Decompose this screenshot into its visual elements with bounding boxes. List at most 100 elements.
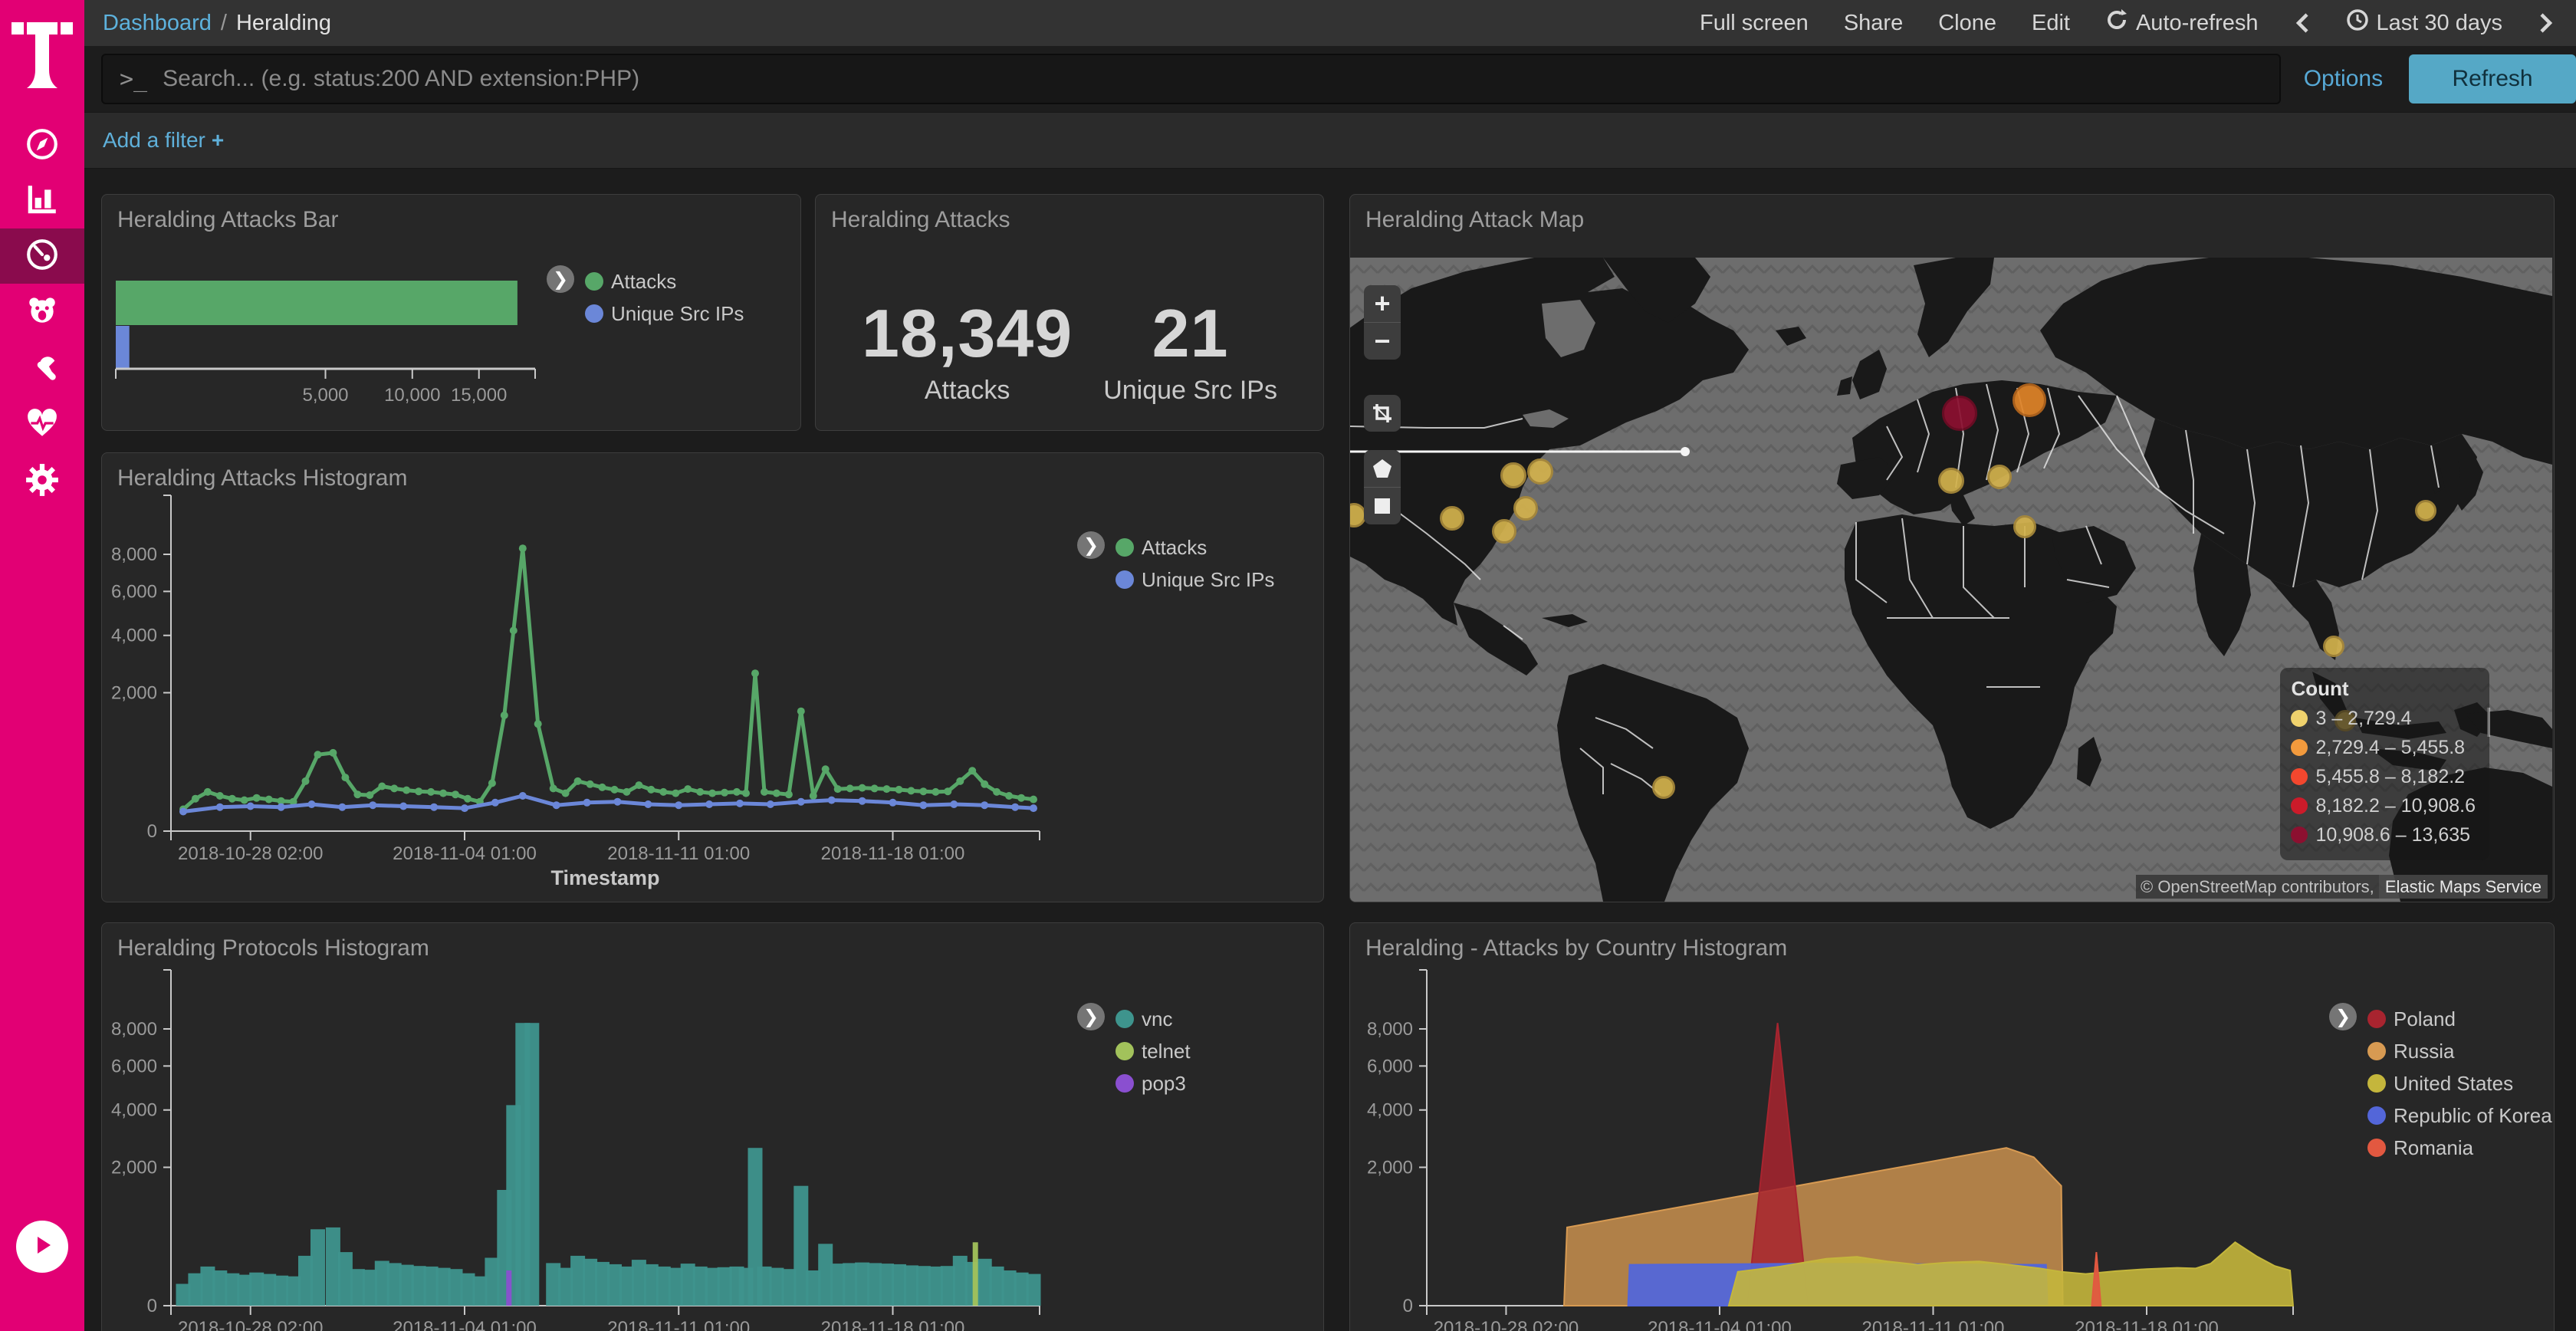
- legend-toggle-button[interactable]: ❯: [1077, 1003, 1105, 1030]
- world-map[interactable]: + −: [1350, 258, 2552, 902]
- range-label: 10,908.6 – 13,635: [2315, 824, 2470, 846]
- legend-item-united-states[interactable]: United States: [2367, 1067, 2552, 1099]
- legend-label: vnc: [1142, 1007, 1172, 1031]
- map-legend-range: 3 – 2,729.4: [2291, 704, 2476, 733]
- sidebar-item-dev-tools[interactable]: [0, 340, 84, 396]
- attack-map-marker[interactable]: [1987, 465, 2012, 489]
- panel-title: Heralding Attacks Histogram: [117, 465, 408, 491]
- svg-text:4,000: 4,000: [111, 626, 157, 646]
- svg-text:2018-11-04 01:00: 2018-11-04 01:00: [393, 843, 537, 864]
- svg-text:2018-11-04 01:00: 2018-11-04 01:00: [1648, 1318, 1792, 1331]
- attack-map-marker[interactable]: [1527, 458, 1553, 485]
- attack-map-marker[interactable]: [1942, 396, 1977, 431]
- legend-item-telnet[interactable]: telnet: [1116, 1035, 1191, 1067]
- search-input[interactable]: [161, 65, 2279, 93]
- edit-button[interactable]: Edit: [2032, 11, 2070, 36]
- metric-value: 21: [1152, 294, 1229, 373]
- attack-map-marker[interactable]: [1500, 462, 1526, 488]
- legend-item-romania[interactable]: Romania: [2367, 1132, 2552, 1164]
- sidebar-collapse-button[interactable]: [16, 1221, 68, 1273]
- svg-text:2018-11-11 01:00: 2018-11-11 01:00: [607, 1318, 750, 1331]
- panel-attacks-histogram: Heralding Attacks Histogram 02,0004,0006…: [101, 452, 1324, 902]
- svg-text:2018-10-28 02:00: 2018-10-28 02:00: [178, 1318, 324, 1331]
- draw-polygon-button[interactable]: [1364, 450, 1401, 487]
- legend-label: United States: [2394, 1072, 2513, 1096]
- panel-title: Heralding Protocols Histogram: [117, 935, 429, 961]
- panel-title: Heralding Attack Map: [1365, 207, 1584, 233]
- options-link[interactable]: Options: [2304, 66, 2383, 92]
- legend-label: Attacks: [611, 270, 676, 294]
- attacks-histogram-chart[interactable]: 02,0004,0006,0008,0002018-10-28 02:00201…: [102, 453, 1323, 902]
- attack-map-marker[interactable]: [2013, 515, 2036, 538]
- legend-toggle-button[interactable]: ❯: [547, 265, 574, 293]
- svg-text:2018-10-28 02:00: 2018-10-28 02:00: [178, 843, 324, 864]
- osm-attribution[interactable]: © OpenStreetMap contributors,: [2136, 875, 2379, 899]
- add-filter-link[interactable]: Add a filter+: [103, 128, 224, 153]
- draw-rectangle-button[interactable]: [1364, 487, 1401, 524]
- protocols-histogram-chart[interactable]: 02,0004,0006,0008,0002018-10-28 02:00201…: [102, 923, 1323, 1331]
- legend-toggle-button[interactable]: ❯: [2329, 1003, 2357, 1030]
- range-dot: [2291, 797, 2308, 814]
- sidebar-item-monitoring[interactable]: [0, 397, 84, 452]
- svg-text:6,000: 6,000: [111, 1056, 157, 1076]
- svg-text:2018-10-28 02:00: 2018-10-28 02:00: [1434, 1318, 1579, 1331]
- legend-item-russia[interactable]: Russia: [2367, 1035, 2552, 1067]
- svg-text:6,000: 6,000: [111, 581, 157, 602]
- breadcrumb: Dashboard/Heralding: [84, 11, 331, 36]
- legend-item-pop3[interactable]: pop3: [1116, 1067, 1191, 1099]
- legend-item-vnc[interactable]: vnc: [1116, 1003, 1191, 1035]
- sidebar-item-management[interactable]: [0, 454, 84, 509]
- range-label: 8,182.2 – 10,908.6: [2315, 795, 2476, 817]
- chart-legend: ❯ AttacksUnique Src IPs: [1077, 531, 1274, 596]
- metric-row: 18,349 Attacks 21 Unique Src IPs: [816, 294, 1323, 406]
- legend-item-attacks[interactable]: Attacks: [1116, 531, 1274, 564]
- range-dot: [2291, 768, 2308, 785]
- sidebar-item-discover[interactable]: [0, 118, 84, 173]
- map-legend-range: 2,729.4 – 5,455.8: [2291, 733, 2476, 762]
- clone-button[interactable]: Clone: [1938, 11, 1996, 36]
- legend-dot: [2367, 1074, 2386, 1093]
- fit-bounds-button[interactable]: [1364, 395, 1401, 432]
- metric-label: Attacks: [925, 376, 1010, 406]
- attack-map-marker[interactable]: [1492, 519, 1516, 544]
- full-screen-button[interactable]: Full screen: [1700, 11, 1809, 36]
- legend-dot: [1116, 1010, 1134, 1028]
- svg-text:6,000: 6,000: [1367, 1056, 1413, 1076]
- legend-label: Unique Src IPs: [611, 302, 744, 326]
- sidebar-item-dashboard[interactable]: [0, 228, 84, 284]
- svg-text:2,000: 2,000: [111, 683, 157, 704]
- sidebar-item-bear[interactable]: [0, 284, 84, 339]
- time-back-button[interactable]: [2294, 12, 2311, 35]
- sidebar-item-visualize[interactable]: [0, 173, 84, 228]
- refresh-button[interactable]: Refresh: [2409, 54, 2576, 104]
- time-range-button[interactable]: Last 30 days: [2346, 8, 2502, 38]
- zoom-in-button[interactable]: +: [1364, 285, 1401, 322]
- svg-text:10,000: 10,000: [384, 385, 440, 406]
- legend-dot: [1116, 1074, 1134, 1093]
- panel-title: Heralding - Attacks by Country Histogram: [1365, 935, 1787, 961]
- range-dot: [2291, 827, 2308, 843]
- legend-dot: [585, 304, 603, 323]
- attack-map-marker[interactable]: [2323, 636, 2344, 657]
- telekom-logo[interactable]: [0, 8, 84, 107]
- ems-attribution[interactable]: Elastic Maps Service: [2379, 875, 2548, 899]
- svg-text:8,000: 8,000: [111, 544, 157, 565]
- zoom-out-button[interactable]: −: [1364, 322, 1401, 360]
- legend-item-republic-of-korea[interactable]: Republic of Korea: [2367, 1099, 2552, 1132]
- range-label: 3 – 2,729.4: [2315, 708, 2411, 730]
- legend-label: Romania: [2394, 1136, 2473, 1160]
- bar-chart-icon: [25, 182, 60, 221]
- gear-icon: [25, 462, 60, 501]
- metric-value: 18,349: [862, 294, 1073, 373]
- breadcrumb-dashboard-link[interactable]: Dashboard: [103, 11, 212, 35]
- legend-item-unique-src-ips[interactable]: Unique Src IPs: [585, 297, 744, 330]
- legend-item-attacks[interactable]: Attacks: [585, 265, 744, 297]
- legend-item-unique-src-ips[interactable]: Unique Src IPs: [1116, 564, 1274, 596]
- attack-map-marker[interactable]: [1513, 496, 1538, 521]
- filter-bar: Add a filter+: [84, 112, 2576, 169]
- legend-item-poland[interactable]: Poland: [2367, 1003, 2552, 1035]
- time-forward-button[interactable]: [2538, 12, 2555, 35]
- share-button[interactable]: Share: [1844, 11, 1903, 36]
- legend-toggle-button[interactable]: ❯: [1077, 531, 1105, 559]
- auto-refresh-button[interactable]: Auto-refresh: [2105, 8, 2259, 38]
